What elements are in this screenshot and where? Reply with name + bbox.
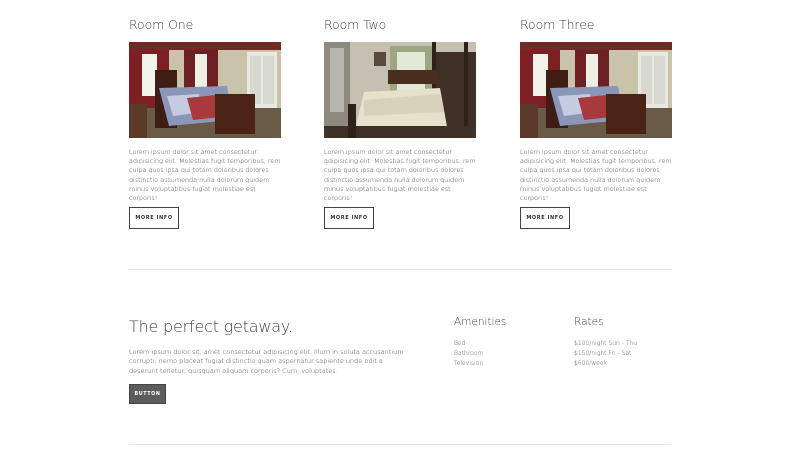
getaway-description: Lorem ipsum dolor sit, amet consectetur … [129,348,404,375]
more-info-button[interactable]: MORE INFO [324,207,374,229]
amenity-item: Television [454,359,484,367]
rate-item: $150/night Fri - Sat [574,349,632,357]
room-title: Room One [129,17,194,32]
rate-item: $600/week [574,359,608,367]
section-divider [129,269,671,270]
section-divider [129,444,671,445]
rates-title: Rates [574,316,604,328]
amenities-list: Bed Bathroom Television [454,339,506,368]
amenity-item: Bed [454,340,466,347]
amenities-column: Amenities Bed Bathroom Television [454,316,506,368]
room-description: Lorem ipsum dolor sit amet consectetur a… [324,148,476,203]
room-description: Lorem ipsum dolor sit amet consectetur a… [129,148,281,203]
rooms-section: Room One Lorem ipsum dolor sit amet cons… [129,0,672,240]
amenities-title: Amenities [454,316,507,328]
getaway-button[interactable]: BUTTON [129,384,166,404]
room-description: Lorem ipsum dolor sit amet consectetur a… [520,148,672,203]
room-title: Room Three [520,17,595,32]
getaway-title: The perfect getaway. [129,317,293,336]
amenity-item: Bathroom [454,349,484,357]
rates-column: Rates $100/night Sun - Thu $150/night Fr… [574,316,637,368]
room-photo [520,42,672,138]
rates-list: $100/night Sun - Thu $150/night Fri - Sa… [574,339,637,368]
rate-item: $100/night Sun - Thu [574,340,638,347]
more-info-button[interactable]: MORE INFO [129,207,179,229]
room-title: Room Two [324,17,387,32]
room-photo [129,42,281,138]
more-info-button[interactable]: MORE INFO [520,207,570,229]
room-photo [324,42,476,138]
